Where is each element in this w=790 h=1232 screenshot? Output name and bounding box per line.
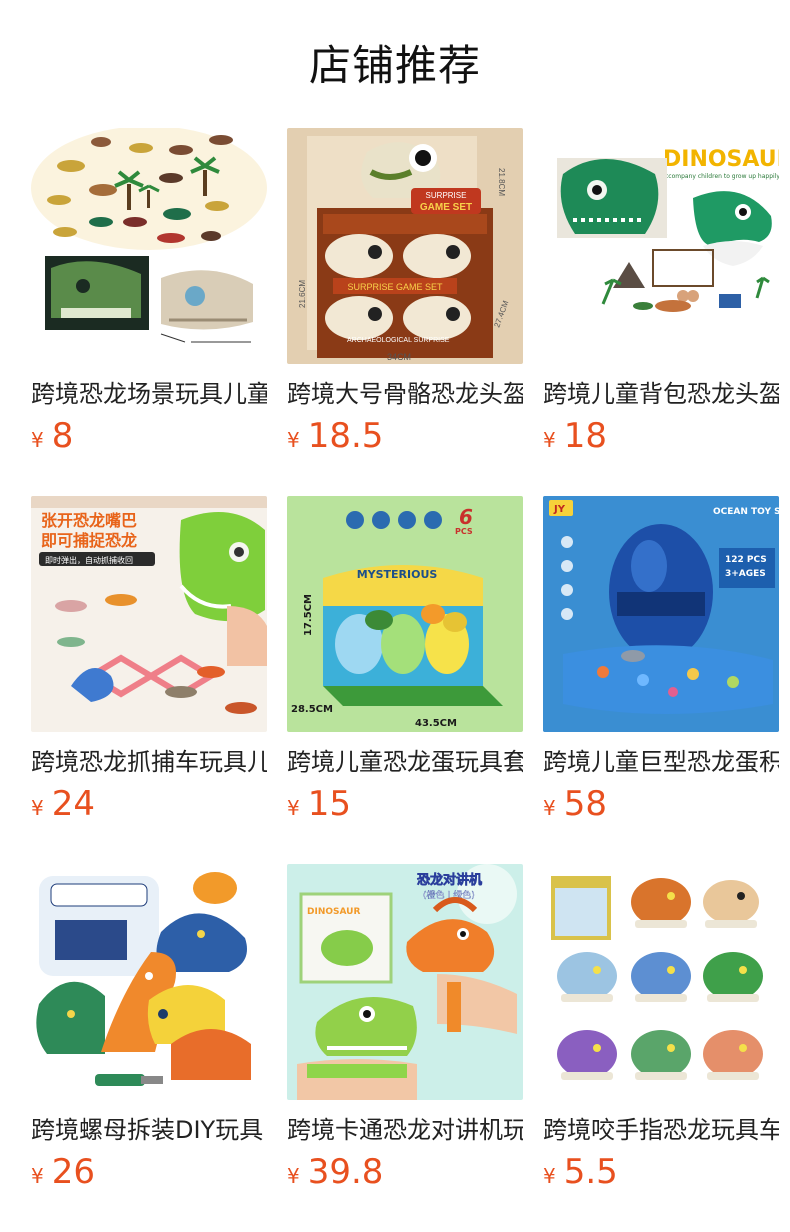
ocean-toy-set: OCEAN TOY SET: [713, 507, 779, 517]
box-label-archaeological: ARCHAEOLOGICAL SURPRISE: [347, 337, 450, 344]
product-card[interactable]: 恐龙对讲机 (橙色 | 绿色) DINOSAUR 跨境卡通恐龙对讲机玩 ¥ 39…: [287, 864, 523, 1201]
product-image[interactable]: [31, 864, 267, 1100]
dimension-28-5cm: 28.5CM: [291, 704, 333, 715]
price-value: 8: [51, 416, 74, 456]
product-title: 跨境儿童巨型恐龙蛋积: [543, 748, 779, 776]
promo-line-2: 即可捕捉恐龙: [41, 531, 137, 550]
product-title: 跨境儿童恐龙蛋玩具套: [287, 748, 523, 776]
product-title: 跨境咬手指恐龙玩具车: [543, 1116, 779, 1144]
product-card[interactable]: SURPRISE GAME SET SURPRISE GAME SET 34CM…: [287, 128, 523, 465]
header: 店铺推荐: [0, 0, 790, 128]
dimension-43-5cm: 43.5CM: [415, 718, 457, 729]
currency-symbol: ¥: [31, 796, 44, 820]
product-card[interactable]: 跨境咬手指恐龙玩具车 ¥ 5.5: [543, 864, 779, 1201]
product-title: 跨境恐龙场景玩具儿童: [31, 380, 267, 408]
currency-symbol: ¥: [31, 1164, 44, 1188]
price-value: 18: [563, 416, 607, 456]
promo-line-1: 张开恐龙嘴巴: [41, 511, 137, 530]
pcs-label: PCS: [455, 527, 473, 536]
product-card[interactable]: 跨境恐龙场景玩具儿童 ¥ 8: [31, 128, 267, 465]
currency-symbol: ¥: [31, 428, 44, 452]
product-price: ¥ 58: [543, 784, 779, 828]
box-label-game-set: GAME SET: [420, 202, 472, 213]
dimension-21-8cm: 21.8CM: [497, 168, 506, 196]
product-price: ¥ 5.5: [543, 1152, 779, 1196]
product-card[interactable]: JY OCEAN TOY SET 122 PCS 3+AGES: [543, 496, 779, 833]
product-image[interactable]: [31, 128, 267, 364]
price-value: 5.5: [563, 1152, 618, 1192]
promo-line-3: 即时弹出，自动抓捕收回: [45, 555, 133, 565]
product-title: 跨境卡通恐龙对讲机玩: [287, 1116, 523, 1144]
product-image[interactable]: DINOSAUR Accompany children to grow up h…: [543, 128, 779, 364]
product-card[interactable]: 6 PCS MYSTERIOUS 17.5CM 28.5CM 43.5CM 跨境…: [287, 496, 523, 833]
price-value: 24: [51, 784, 95, 824]
page-title: 店铺推荐: [308, 41, 481, 90]
product-image[interactable]: 张开恐龙嘴巴 即可捕捉恐龙 即时弹出，自动抓捕收回: [31, 496, 267, 732]
product-card[interactable]: 跨境螺母拆装DIY玩具 ¥ 26: [31, 864, 267, 1201]
product-title: 跨境大号骨骼恐龙头盔: [287, 380, 523, 408]
product-title: 跨境儿童背包恐龙头盔: [543, 380, 779, 408]
box-label-game-set-2: SURPRISE GAME SET: [347, 282, 443, 292]
age-3plus: 3+AGES: [725, 569, 766, 579]
brand-tagline: Accompany children to grow up happily: [661, 173, 779, 180]
product-price: ¥ 15: [287, 784, 523, 828]
pcs-122: 122 PCS: [725, 555, 767, 565]
page: 店铺推荐 跨境恐龙场景玩具儿童 ¥ 8 SURPRISE GAME SET SU…: [0, 0, 790, 1232]
box-label-surprise: SURPRISE: [426, 191, 467, 200]
price-value: 18.5: [307, 416, 384, 456]
product-card[interactable]: DINOSAUR Accompany children to grow up h…: [543, 128, 779, 465]
box-label-dinosaur: DINOSAUR: [307, 907, 360, 917]
product-grid: 跨境恐龙场景玩具儿童 ¥ 8 SURPRISE GAME SET SURPRIS…: [0, 128, 790, 1201]
price-value: 26: [51, 1152, 95, 1192]
brand-dinosaur: DINOSAUR: [663, 147, 779, 172]
currency-symbol: ¥: [543, 428, 556, 452]
dimension-34cm: 34CM: [387, 352, 411, 362]
product-title: 跨境螺母拆装DIY玩具: [31, 1116, 264, 1144]
currency-symbol: ¥: [287, 796, 300, 820]
product-price: ¥ 24: [31, 784, 267, 828]
brand-jy: JY: [553, 504, 566, 515]
price-value: 39.8: [307, 1152, 384, 1192]
product-price: ¥ 18: [543, 416, 779, 460]
dimension-17-5cm: 17.5CM: [303, 594, 314, 636]
product-image[interactable]: 恐龙对讲机 (橙色 | 绿色) DINOSAUR: [287, 864, 523, 1100]
box-label-mysterious: MYSTERIOUS: [357, 568, 438, 581]
product-price: ¥ 18.5: [287, 416, 523, 460]
product-image[interactable]: [543, 864, 779, 1100]
currency-symbol: ¥: [543, 1164, 556, 1188]
product-image[interactable]: JY OCEAN TOY SET 122 PCS 3+AGES: [543, 496, 779, 732]
walkie-title: 恐龙对讲机: [417, 872, 482, 888]
product-title: 跨境恐龙抓捕车玩具儿: [31, 748, 267, 776]
currency-symbol: ¥: [287, 428, 300, 452]
pcs-count: 6: [459, 505, 473, 529]
currency-symbol: ¥: [287, 1164, 300, 1188]
product-price: ¥ 39.8: [287, 1152, 523, 1196]
product-image[interactable]: SURPRISE GAME SET SURPRISE GAME SET 34CM…: [287, 128, 523, 364]
product-price: ¥ 8: [31, 416, 267, 460]
product-price: ¥ 26: [31, 1152, 267, 1196]
dimension-21-6cm: 21.6CM: [298, 280, 307, 308]
price-value: 58: [563, 784, 607, 824]
product-card[interactable]: 张开恐龙嘴巴 即可捕捉恐龙 即时弹出，自动抓捕收回 跨境恐龙抓捕车玩具儿 ¥ 2…: [31, 496, 267, 833]
product-image[interactable]: 6 PCS MYSTERIOUS 17.5CM 28.5CM 43.5CM: [287, 496, 523, 732]
currency-symbol: ¥: [543, 796, 556, 820]
price-value: 15: [307, 784, 351, 824]
